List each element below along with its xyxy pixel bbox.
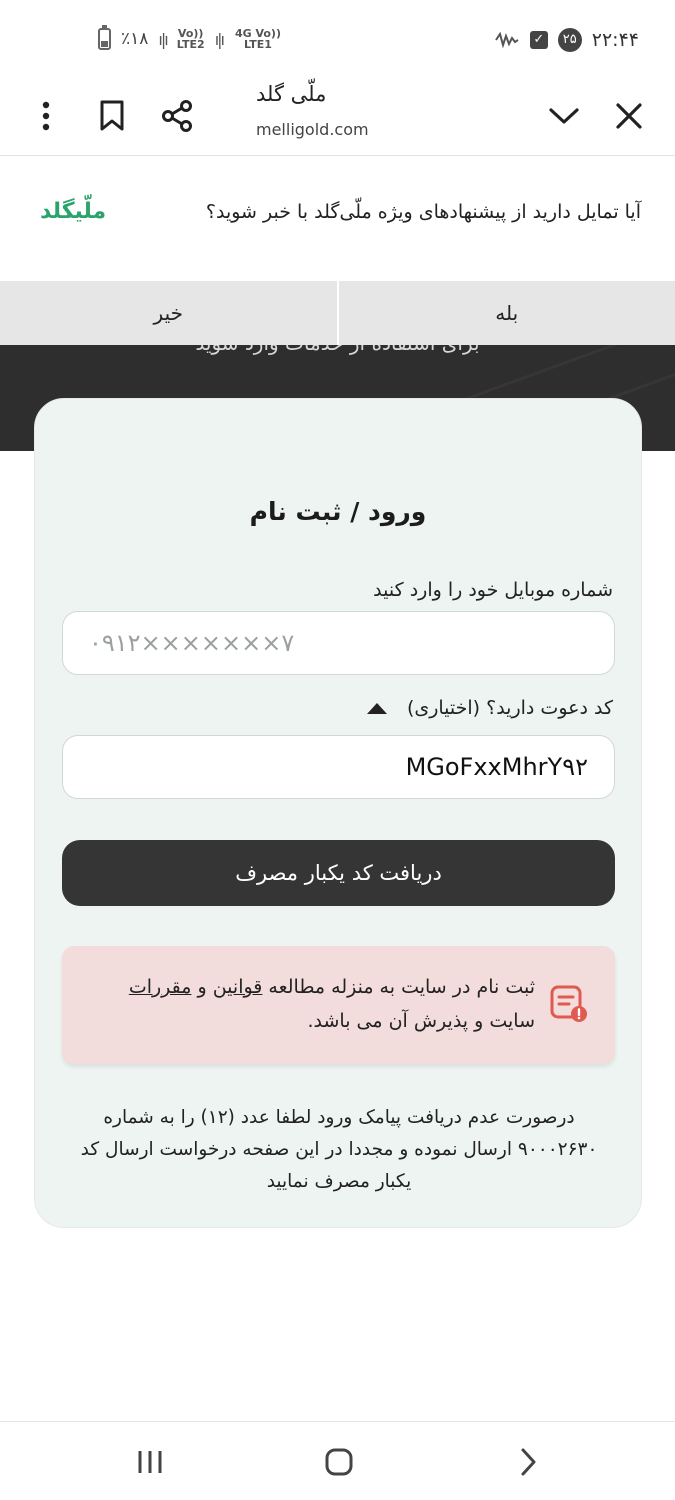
sim2-indicator: 4G Vo)) LTE1 <box>234 27 281 51</box>
browser-toolbar: ملّی گلد melligold.com <box>0 80 675 156</box>
vpn-icon <box>494 31 519 49</box>
clock: ۲۲:۴۴ <box>591 29 639 51</box>
notification-count-badge: ۲۵ <box>557 28 582 52</box>
bookmark-icon[interactable] <box>90 94 134 138</box>
phone-input[interactable]: ۰۹۱۲×××××××۷ <box>62 611 615 675</box>
terms-text-and: و <box>191 976 213 998</box>
invite-label: کد دعوت دارید؟ (اختیاری) <box>406 697 613 719</box>
signal-icon: ı|ı <box>158 29 168 49</box>
regulations-link[interactable]: مقررات <box>129 976 192 998</box>
sms-help-text: درصورت عدم دریافت پیامک ورود لطفا عدد (۱… <box>80 1107 598 1192</box>
page-url[interactable]: melligold.com <box>256 120 369 139</box>
page-title: ملّی گلد <box>256 82 327 106</box>
signal-icon-2: ı|ı <box>214 29 225 49</box>
battery-level: ٪۱۸ <box>121 29 149 49</box>
status-left: ٪۱۸ ı|ı Vo)) LTE2 ı|ı 4G Vo)) LTE1 <box>98 25 283 51</box>
phone-label: شماره موبایل خود را وارد کنید <box>373 579 613 601</box>
prompt-question: آیا تمایل دارید از پیشنهادهای ویژه ملّی‌… <box>205 201 641 223</box>
prompt-no-button[interactable]: خیر <box>0 281 339 345</box>
prompt-yes-button[interactable]: بله <box>339 281 675 345</box>
terms-notice: ثبت نام در سایت به منزله مطالعه قوانین و… <box>62 946 615 1064</box>
hero-text: برای استفاده از خدمات وارد شوید <box>0 345 675 355</box>
battery-icon <box>98 25 111 50</box>
collapse-triangle-icon[interactable] <box>366 703 387 714</box>
status-bar: ٪۱۸ ı|ı Vo)) LTE2 ı|ı 4G Vo)) LTE1 ✓ ۲۵ … <box>0 0 675 80</box>
form-title: ورود / ثبت نام <box>249 497 427 526</box>
terms-text: ثبت نام در سایت به منزله مطالعه قوانین و… <box>95 970 535 1038</box>
share-icon[interactable] <box>155 94 199 138</box>
back-icon[interactable] <box>506 1440 550 1484</box>
login-card: ورود / ثبت نام شماره موبایل خود را وارد … <box>34 398 642 1228</box>
invite-label-row: کد دعوت دارید؟ (اختیاری) <box>361 697 613 719</box>
chevron-down-icon[interactable] <box>542 94 586 138</box>
more-menu-icon[interactable] <box>24 94 68 138</box>
prompt-buttons: خیر بله <box>0 281 675 345</box>
close-icon[interactable] <box>607 94 651 138</box>
document-alert-icon <box>550 985 587 1022</box>
terms-text-before: ثبت نام در سایت به منزله مطالعه <box>262 976 535 998</box>
invite-code-input[interactable]: MGoFxxMhrY۹۲ <box>62 735 615 799</box>
recent-apps-icon[interactable] <box>128 1440 172 1484</box>
check-icon: ✓ <box>529 31 548 49</box>
brand-logo: ملّیگلد <box>40 199 107 224</box>
status-right: ✓ ۲۵ ۲۲:۴۴ <box>494 28 639 52</box>
terms-text-after: سایت و پذیرش آن می باشد. <box>307 1010 535 1032</box>
notification-prompt: آیا تمایل دارید از پیشنهادهای ویژه ملّی‌… <box>0 157 675 281</box>
system-nav-bar <box>0 1421 675 1500</box>
sim1-indicator: Vo)) LTE2 <box>176 27 205 51</box>
get-otp-button[interactable]: دریافت کد یکبار مصرف <box>62 840 615 906</box>
rules-link[interactable]: قوانین <box>213 976 263 998</box>
home-icon[interactable] <box>317 1440 361 1484</box>
